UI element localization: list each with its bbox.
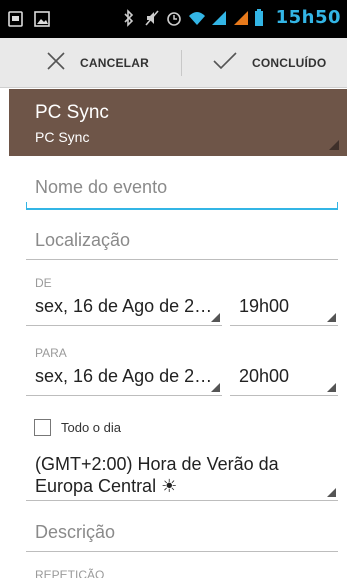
account-subtitle: PC Sync	[35, 129, 90, 145]
dropdown-corner-icon	[211, 383, 220, 392]
from-time-value: 19h00	[239, 296, 290, 316]
calendar-account-selector[interactable]: PC Sync PC Sync	[9, 89, 347, 156]
to-date-spinner[interactable]: sex, 16 de Ago de 2…	[26, 362, 222, 396]
account-title: PC Sync	[35, 102, 109, 123]
event-name-placeholder: Nome do evento	[35, 177, 168, 197]
timezone-spinner[interactable]: (GMT+2:00) Hora de Verão da Europa Centr…	[26, 448, 338, 501]
from-date-spinner[interactable]: sex, 16 de Ago de 2…	[26, 292, 222, 326]
signal-icon	[232, 9, 248, 27]
gallery-icon	[8, 10, 24, 28]
done-button[interactable]: CONCLUÍDO	[212, 38, 326, 88]
status-bar: 15h50	[0, 0, 347, 38]
description-field[interactable]: Descrição	[26, 514, 338, 552]
timezone-value: (GMT+2:00) Hora de Verão da Europa Centr…	[35, 454, 279, 496]
to-time-value: 20h00	[239, 366, 290, 386]
dropdown-corner-icon	[327, 383, 336, 392]
action-bar-divider	[181, 50, 182, 76]
dropdown-corner-icon	[327, 313, 336, 322]
cancel-label: CANCELAR	[80, 56, 149, 70]
image-icon	[34, 10, 50, 28]
dropdown-corner-icon	[329, 140, 339, 150]
battery-icon	[254, 8, 270, 27]
alarm-icon	[166, 9, 182, 27]
from-date-value: sex, 16 de Ago de 2…	[35, 296, 213, 316]
dropdown-corner-icon	[211, 313, 220, 322]
all-day-label: Todo o dia	[61, 420, 121, 435]
status-time: 15h50	[275, 7, 341, 28]
location-placeholder: Localização	[35, 230, 131, 250]
bluetooth-icon	[122, 8, 138, 27]
from-label: DE	[35, 276, 52, 290]
dropdown-corner-icon	[327, 488, 336, 497]
sun-icon: ☀	[161, 476, 178, 496]
done-label: CONCLUÍDO	[252, 56, 327, 70]
wifi-icon	[188, 9, 205, 27]
description-placeholder: Descrição	[35, 522, 116, 542]
cancel-button[interactable]: CANCELAR	[46, 38, 149, 88]
to-date-value: sex, 16 de Ago de 2…	[35, 366, 213, 386]
all-day-checkbox[interactable]	[34, 419, 51, 436]
check-icon	[212, 51, 238, 76]
signal-icon	[210, 9, 226, 27]
repeat-label: REPETIÇÃO	[35, 568, 105, 578]
event-name-field[interactable]: Nome do evento	[26, 170, 338, 210]
from-time-spinner[interactable]: 19h00	[230, 292, 338, 326]
to-time-spinner[interactable]: 20h00	[230, 362, 338, 396]
to-label: PARA	[35, 346, 67, 360]
action-bar: CANCELAR CONCLUÍDO	[0, 38, 347, 88]
location-field[interactable]: Localização	[26, 222, 338, 260]
close-icon	[46, 51, 66, 76]
mute-icon	[144, 9, 160, 27]
